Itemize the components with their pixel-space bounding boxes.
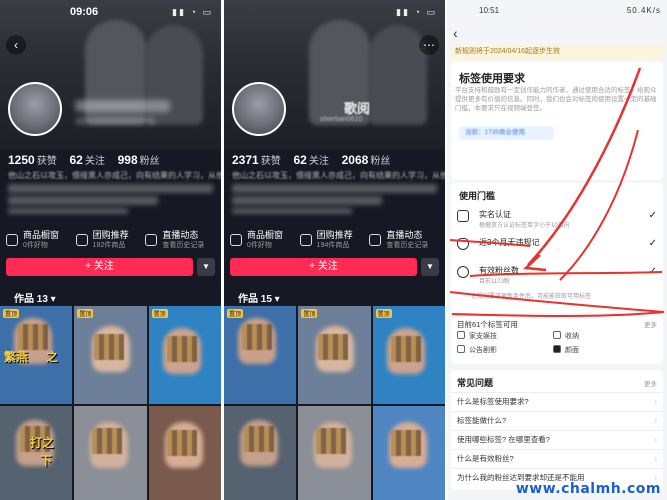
group-buy-entry[interactable]: 团购推荐 182件商品 bbox=[75, 226, 146, 254]
notice-banner: 新规则将于2024/04/16起逐步生效 bbox=[451, 45, 663, 59]
profile-stats: 1250 获赞 62 关注 998 粉丝 bbox=[8, 153, 160, 167]
profile-tools: 商品橱窗 0件好物 团购推荐 194件商品 直播动态 查看历史记录 bbox=[230, 226, 439, 254]
requirement-row: 有效粉丝数 目前1173粉 ✓ bbox=[451, 260, 663, 286]
video-thumb[interactable] bbox=[298, 406, 371, 500]
video-thumb[interactable]: 置顶 bbox=[224, 306, 297, 404]
video-thumb[interactable]: 打之 下 bbox=[0, 406, 73, 500]
video-grid: 置顶 置顶 置顶 bbox=[224, 306, 445, 500]
chevron-right-icon: › bbox=[654, 397, 658, 406]
status-time: 09:06 bbox=[70, 6, 99, 18]
follow-dropdown-icon[interactable]: ▼ bbox=[197, 258, 215, 276]
profile-stats: 2371 获赞 62 关注 2068 粉丝 bbox=[232, 153, 391, 167]
check-icon: ✓ bbox=[648, 210, 657, 221]
video-thumb[interactable]: 置顶 bbox=[148, 306, 221, 404]
check-icon: ✓ bbox=[648, 266, 657, 277]
live-icon bbox=[145, 234, 158, 246]
current-status-pill: 当前：1735商业使用 bbox=[459, 126, 554, 140]
chevron-right-icon: › bbox=[654, 435, 658, 444]
follow-button[interactable]: + 关注 bbox=[230, 258, 417, 276]
tag-requirements-desc: 平台支持和鼓励有一定创作能力的作者，通过使用合适的标签，给观众提供更多有价值的信… bbox=[455, 87, 657, 112]
signal-icons: ▮▮ ◔ ▭ bbox=[396, 7, 437, 17]
bio-text: 他山之石以攻玉，借接黑人亦成己，向有结果的人学习，从他 bbox=[232, 171, 445, 180]
shop-window-entry[interactable]: 商品橱窗 0件好物 bbox=[230, 226, 300, 254]
section-title: 常见问题 bbox=[457, 378, 494, 388]
back-icon[interactable]: ‹ bbox=[453, 25, 458, 41]
status-bar: ▮▮ ◔ ▭ bbox=[224, 0, 445, 24]
status-icons: 50.4K/s bbox=[626, 6, 661, 15]
profile-name-blurred bbox=[75, 100, 170, 112]
faq-more-link[interactable]: 更多 bbox=[644, 378, 657, 388]
profile-id-blurred bbox=[75, 117, 155, 125]
more-icon[interactable]: ⋯ bbox=[419, 35, 439, 55]
video-thumb[interactable] bbox=[74, 406, 147, 500]
live-entry[interactable]: 直播动态 查看历史记录 bbox=[369, 226, 439, 254]
id-card-icon bbox=[457, 210, 469, 222]
faq-item[interactable]: 标签能做什么? › bbox=[451, 411, 663, 429]
avatar[interactable] bbox=[232, 82, 286, 136]
profile-id: shierban0610 bbox=[320, 116, 363, 123]
avatar[interactable] bbox=[8, 82, 62, 136]
faq-item[interactable]: 使用哪些标签? 在哪里查看? › bbox=[451, 430, 663, 448]
section-title: 标签使用要求 bbox=[459, 73, 525, 85]
chevron-right-icon: › bbox=[654, 454, 658, 463]
pin-badge: 置顶 bbox=[3, 309, 20, 318]
profile-name: 歌阅 bbox=[344, 101, 371, 116]
video-thumb[interactable] bbox=[148, 406, 221, 500]
video-thumb[interactable]: 置顶 bbox=[74, 306, 147, 404]
bio-text: 他山之石以攻玉，借接黑人亦成己，向有结果的人学习，从他人 bbox=[8, 171, 221, 180]
tag-requirements-screenshot: 10:51 50.4K/s ‹ 新规则将于2024/04/16起逐步生效 标签使… bbox=[447, 0, 667, 500]
follow-dropdown-icon[interactable]: ▼ bbox=[421, 258, 439, 276]
bag-icon bbox=[6, 234, 18, 246]
user-icon bbox=[457, 266, 469, 278]
group-buy-entry[interactable]: 团购推荐 194件商品 bbox=[299, 226, 370, 254]
profile-screenshot-right: ▮▮ ◔ ▭ ⋯ 歌阅 shierban0610 2371 获赞 62 关注 206… bbox=[224, 0, 445, 500]
back-icon[interactable]: ‹ bbox=[6, 35, 26, 55]
more-link[interactable]: 更多 bbox=[644, 319, 657, 329]
pin-badge: 置顶 bbox=[375, 309, 392, 318]
tag-requirements-card: 标签使用要求 bbox=[451, 62, 663, 180]
profile-screenshot-left: 09:06 ▮▮ ◔ ▭ ‹ 1250 获赞 62 关注 998 粉丝 他山之石以攻玉… bbox=[0, 0, 221, 500]
live-icon bbox=[369, 234, 382, 246]
video-thumb[interactable] bbox=[224, 406, 297, 500]
video-thumb[interactable]: 置顶 繁燕 之 bbox=[0, 306, 73, 404]
pin-badge: 置顶 bbox=[227, 309, 244, 318]
follow-button[interactable]: + 关注 bbox=[6, 258, 193, 276]
video-thumb[interactable]: 置顶 bbox=[372, 306, 445, 404]
signal-icons: ▮▮ ◔ ▭ bbox=[172, 7, 213, 17]
works-tab[interactable]: 作品 13 ▾ bbox=[14, 290, 56, 305]
section-title: 使用门槛 bbox=[459, 191, 496, 201]
pin-badge: 置顶 bbox=[77, 309, 94, 318]
live-entry[interactable]: 直播动态 查看历史记录 bbox=[145, 226, 215, 254]
tag-row: 公告剧影 颜面 bbox=[453, 345, 661, 359]
video-thumb[interactable] bbox=[372, 406, 445, 500]
pin-badge: 置顶 bbox=[151, 309, 168, 318]
ticket-icon bbox=[299, 234, 312, 246]
tag-row: 家支娱技 收纳 bbox=[453, 331, 661, 345]
check-icon: ✓ bbox=[648, 238, 657, 249]
faq-item[interactable]: 什么是有效粉丝? › bbox=[451, 449, 663, 467]
tip-text: 在规则要求更新条件后，可能能获取可用标签 bbox=[471, 294, 592, 300]
faq-item[interactable]: 什么是标签使用要求? › bbox=[451, 392, 663, 410]
chevron-right-icon: › bbox=[654, 416, 658, 425]
requirement-row: 实名认证 根据资方认证标签单字小于10日内 ✓ bbox=[451, 204, 663, 230]
profile-tools: 商品橱窗 0件好物 团购推荐 182件商品 直播动态 查看历史记录 bbox=[6, 226, 215, 254]
status-bar: 09:06 ▮▮ ◔ ▭ bbox=[0, 0, 221, 24]
pin-badge: 置顶 bbox=[301, 309, 318, 318]
works-tab[interactable]: 作品 15 ▾ bbox=[238, 290, 280, 305]
shop-window-entry[interactable]: 商品橱窗 0件好物 bbox=[6, 226, 76, 254]
bag-icon bbox=[230, 234, 242, 246]
shield-icon bbox=[457, 238, 469, 250]
video-grid: 置顶 繁燕 之 置顶 置顶 打之 下 bbox=[0, 306, 221, 500]
status-time: 10:51 bbox=[479, 6, 500, 15]
status-bar: 10:51 50.4K/s bbox=[447, 6, 667, 20]
video-thumb[interactable]: 置顶 bbox=[298, 306, 371, 404]
watermark: www.chalmh.com bbox=[515, 481, 661, 497]
requirement-row: 近3个月无违规记 ✓ bbox=[451, 232, 663, 258]
ticket-icon bbox=[75, 234, 88, 246]
